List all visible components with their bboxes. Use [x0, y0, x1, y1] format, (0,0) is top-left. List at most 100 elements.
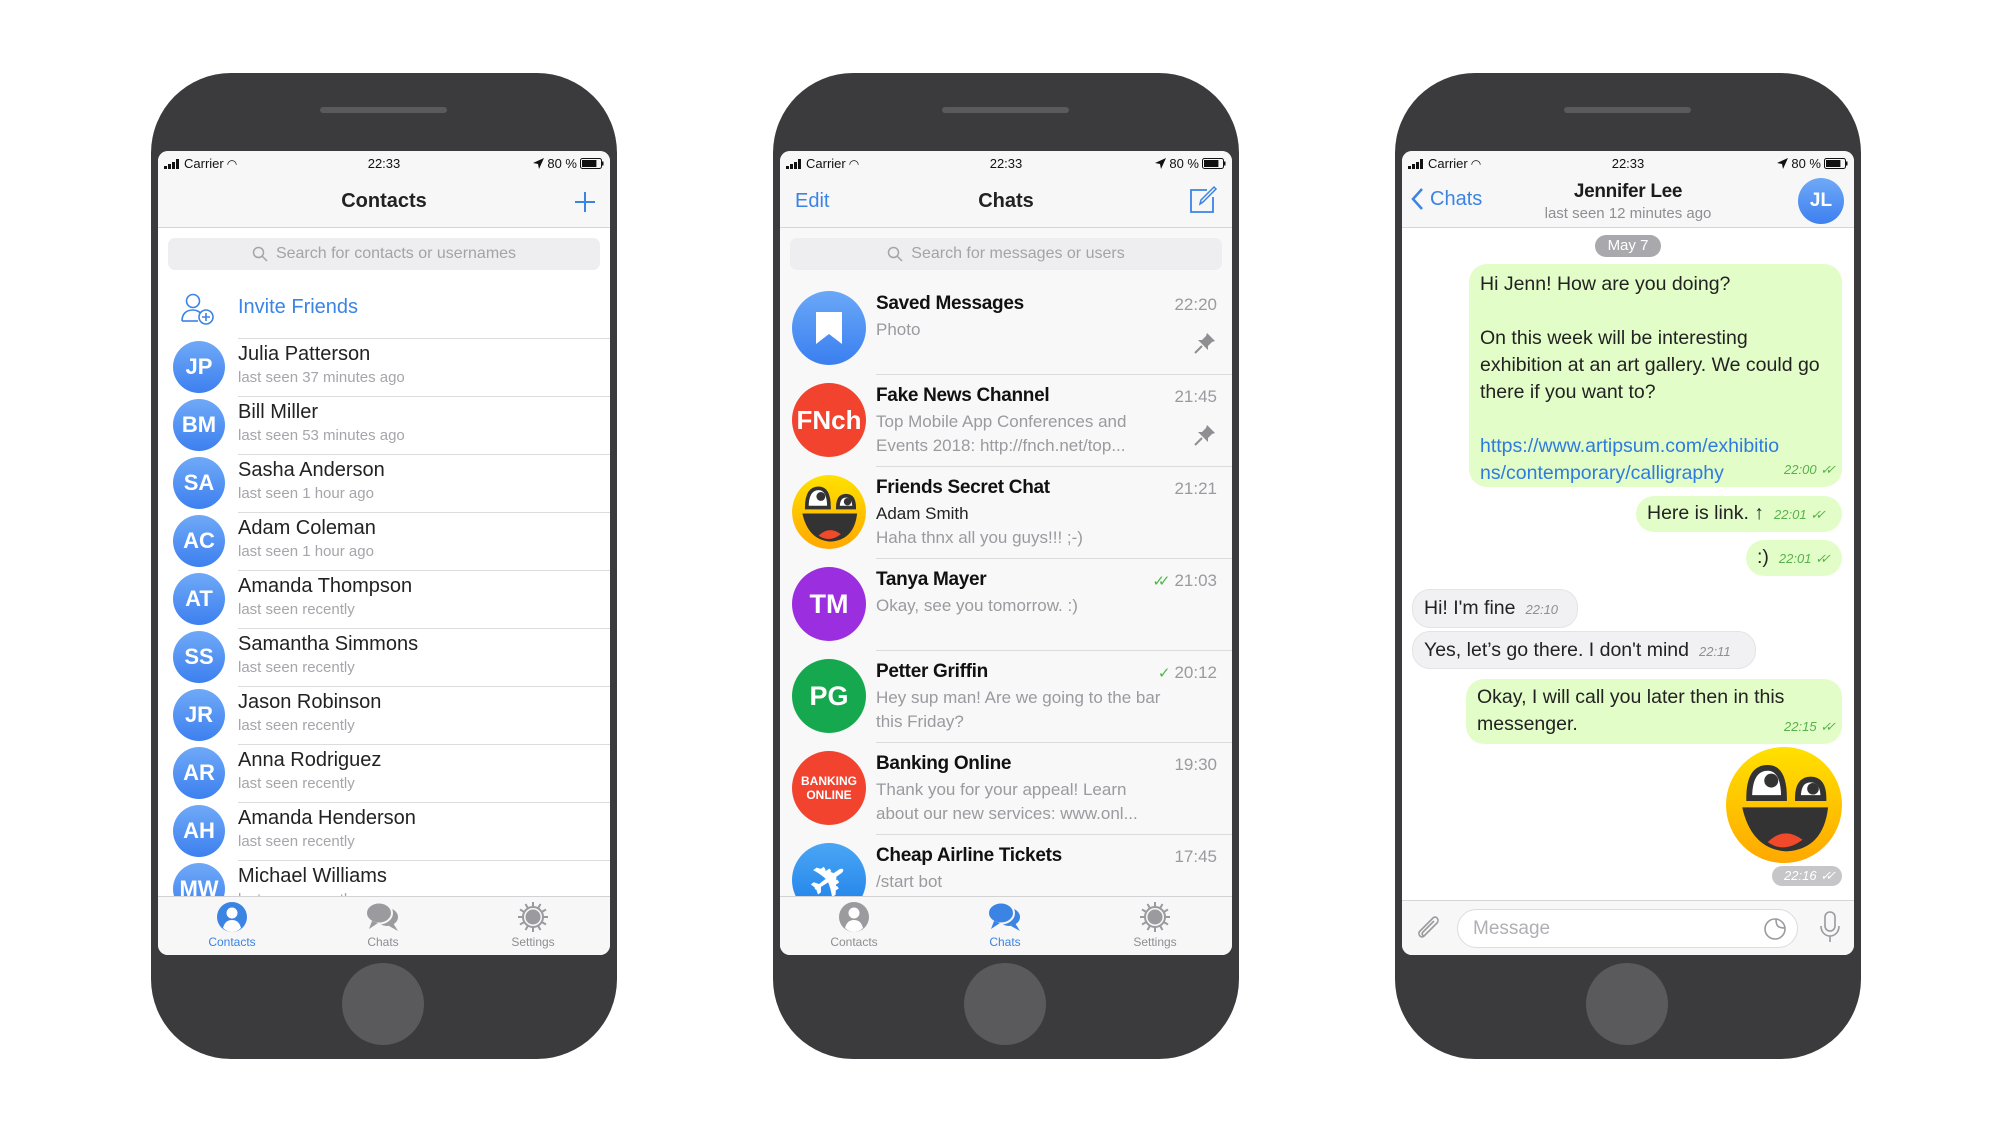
- contact-name: Julia Patterson: [238, 343, 371, 365]
- chat-time: 21:21: [1174, 479, 1217, 498]
- message-input[interactable]: Message: [1457, 909, 1798, 948]
- tab-chats[interactable]: Chats: [950, 901, 1060, 949]
- divider: [238, 744, 610, 745]
- chat-name: Petter Griffin: [876, 661, 988, 682]
- contact-row[interactable]: BM Bill Miller last seen 53 minutes ago: [158, 396, 610, 454]
- settings-gear-icon: [518, 902, 548, 932]
- paperclip-icon[interactable]: [1414, 913, 1442, 941]
- contact-status: last seen recently: [238, 833, 355, 850]
- tab-label: Contacts: [208, 935, 256, 949]
- date-badge: May 7: [1595, 235, 1661, 257]
- contact-status: last seen recently: [238, 659, 355, 676]
- contact-name: Jennifer Lee: [1573, 181, 1683, 202]
- chat-row[interactable]: Saved Messages 22:20 Photo: [780, 282, 1232, 374]
- chat-preview: Haha thnx all you guys!!! ;-): [876, 528, 1083, 547]
- tab-chats[interactable]: Chats: [328, 901, 438, 949]
- tab-contacts[interactable]: Contacts: [799, 901, 909, 949]
- microphone-icon[interactable]: [1820, 911, 1840, 943]
- search-icon: [888, 246, 903, 262]
- invite-friends-button[interactable]: Invite Friends: [158, 279, 610, 337]
- message-time-wrap: 22:15 ✓✓: [1784, 713, 1836, 740]
- chat-name: Friends Secret Chat: [876, 477, 1050, 498]
- chat-row[interactable]: ✈ Cheap Airline Tickets 17:45/start bot: [780, 834, 1232, 896]
- tab-settings[interactable]: Settings: [1100, 901, 1210, 949]
- message-text: Hi Jenn! How are you doing? On this week…: [1480, 273, 1820, 403]
- chats-tab-icon: [365, 901, 400, 931]
- tab-label: Contacts: [830, 935, 878, 949]
- message-placeholder: Message: [1473, 918, 1551, 939]
- settings-gear-icon: [1140, 902, 1170, 932]
- divider: [876, 834, 1232, 835]
- location-arrow-icon: [1155, 158, 1167, 169]
- contact-name: Amanda Thompson: [238, 575, 413, 597]
- battery-percent: 80 %: [547, 156, 577, 171]
- incoming-message[interactable]: Yes, let’s go there. I don't mind 22:11: [1412, 631, 1756, 669]
- outgoing-message[interactable]: Here is link. ↑ 22:01 ✓✓: [1636, 496, 1842, 532]
- home-button[interactable]: [1586, 963, 1668, 1045]
- chat-time: 19:30: [1174, 755, 1217, 774]
- sticker-smiley-icon[interactable]: [1726, 747, 1842, 863]
- search-input[interactable]: Search for messages or users: [790, 238, 1222, 270]
- outgoing-message[interactable]: :) 22:01 ✓✓: [1746, 540, 1842, 576]
- contact-row[interactable]: AR Anna Rodriguez last seen recently: [158, 744, 610, 802]
- contact-row[interactable]: SS Samantha Simmons last seen recently: [158, 628, 610, 686]
- contact-row[interactable]: AH Amanda Henderson last seen recently: [158, 802, 610, 860]
- plus-icon[interactable]: [574, 191, 596, 213]
- avatar-text: FNch: [796, 404, 862, 435]
- message-link[interactable]: https://www.artipsum.com/exhibitions/con…: [1480, 433, 1780, 487]
- chat-time-wrap: 21:45: [1174, 387, 1217, 407]
- chat-row[interactable]: FNch Fake News Channel 21:45 Top Mobile App…: [780, 374, 1232, 466]
- chat-row[interactable]: BANKING ONLINE Banking Online 19:30 Thank y…: [780, 742, 1232, 834]
- double-check-icon: ✓✓: [1820, 868, 1836, 883]
- input-bar: Message: [1402, 900, 1854, 955]
- divider: [876, 558, 1232, 559]
- contact-row[interactable]: AT Amanda Thompson last seen recently: [158, 570, 610, 628]
- status-bar: Carrier ◠ 22:33 80 %: [1402, 151, 1854, 175]
- avatar: AH: [173, 805, 225, 857]
- smiley-icon: [792, 475, 866, 549]
- tab-label: Settings: [511, 935, 555, 949]
- tab-contacts[interactable]: Contacts: [177, 901, 287, 949]
- chat-preview-wrap: /start bot: [876, 870, 1166, 894]
- contact-row[interactable]: MWMichael Williamslast seen recently: [158, 860, 610, 896]
- home-button[interactable]: [964, 963, 1046, 1045]
- avatar[interactable]: JL: [1798, 178, 1844, 224]
- contact-status: last seen recently: [238, 601, 355, 618]
- double-check-icon: ✓✓: [1820, 462, 1836, 477]
- contact-row[interactable]: SA Sasha Anderson last seen 1 hour ago: [158, 454, 610, 512]
- divider: [876, 466, 1232, 467]
- tab-settings[interactable]: Settings: [478, 901, 588, 949]
- avatar-text: PG: [809, 680, 849, 711]
- chat-row[interactable]: Friends Secret Chat 21:21 Adam Smith Haha t…: [780, 466, 1232, 558]
- divider: [238, 512, 610, 513]
- location-arrow-icon: [533, 158, 545, 169]
- battery-icon: [580, 158, 604, 169]
- contact-row[interactable]: AC Adam Coleman last seen 1 hour ago: [158, 512, 610, 570]
- contact-row[interactable]: JR Jason Robinson last seen recently: [158, 686, 610, 744]
- outgoing-message[interactable]: Okay, I will call you later then in this…: [1466, 679, 1842, 744]
- chat-name: Tanya Mayer: [876, 569, 987, 590]
- chat-preview: Top Mobile App Conferences and Events 20…: [876, 412, 1127, 455]
- location-arrow-icon: [1777, 158, 1789, 169]
- chat-time: 21:45: [1174, 387, 1217, 406]
- contact-status: last seen 1 hour ago: [238, 543, 374, 560]
- sticker-icon[interactable]: [1763, 917, 1787, 941]
- phone-contacts: Carrier ◠ 22:33 80 % Contacts Search for …: [151, 73, 617, 1059]
- tab-bar: Contacts Chats Settings: [158, 896, 610, 955]
- message-time-wrap: 22:01 ✓✓: [1779, 551, 1831, 566]
- tab-bar: Contacts Chats Settings: [780, 896, 1232, 955]
- message-time: 22:16: [1784, 868, 1817, 883]
- compose-icon[interactable]: [1188, 185, 1218, 215]
- message-time: 22:01: [1774, 507, 1807, 522]
- contact-row[interactable]: JP Julia Patterson last seen 37 minutes ag…: [158, 338, 610, 396]
- chat-row[interactable]: PG Petter Griffin ✓ 20:12 Hey sup man! Are w…: [780, 650, 1232, 742]
- home-button[interactable]: [342, 963, 424, 1045]
- chat-row[interactable]: TM Tanya Mayer ✓✓ 21:03 Okay, see you tomorr…: [780, 558, 1232, 650]
- chat-name: Fake News Channel: [876, 385, 1050, 406]
- divider: [238, 686, 610, 687]
- search-input[interactable]: Search for contacts or usernames: [168, 238, 600, 270]
- incoming-message[interactable]: Hi! I'm fine 22:10: [1412, 589, 1578, 628]
- outgoing-message[interactable]: Hi Jenn! How are you doing? On this week…: [1469, 264, 1842, 487]
- chat-sender: Adam Smith: [876, 504, 969, 523]
- speaker: [942, 107, 1069, 113]
